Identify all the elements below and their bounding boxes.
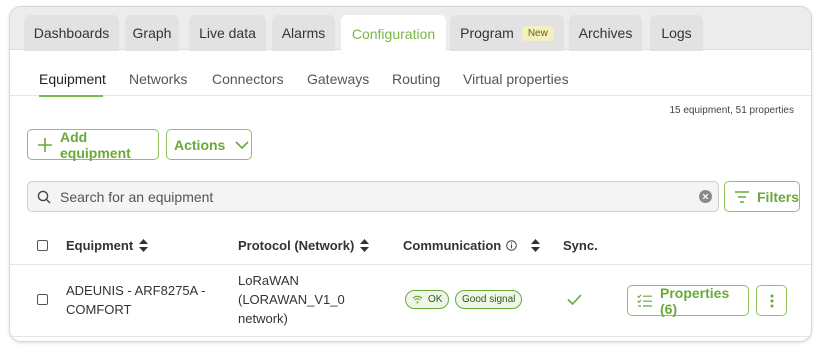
- subtab-routing[interactable]: Routing: [392, 71, 440, 87]
- column-protocol[interactable]: Protocol (Network): [238, 238, 370, 253]
- equipment-name: ADEUNIS - ARF8275A - COMFORT: [66, 281, 205, 319]
- protocol-line: LoRaWAN: [238, 273, 299, 288]
- tab-label: Live data: [199, 25, 256, 41]
- add-equipment-button[interactable]: Add equipment: [27, 128, 159, 161]
- chevron-down-icon: [235, 140, 249, 149]
- tab-live-data[interactable]: Live data: [189, 15, 266, 51]
- sync-check-icon: [567, 294, 582, 305]
- subtab-virtual-properties[interactable]: Virtual properties: [463, 71, 569, 87]
- equipment-name-line: ADEUNIS - ARF8275A -: [66, 283, 206, 298]
- search-input[interactable]: Search for an equipment: [27, 181, 719, 212]
- tab-program[interactable]: Program New: [450, 15, 564, 51]
- sort-icon: [531, 239, 541, 252]
- sub-tabbar: Equipment Networks Connectors Gateways R…: [10, 50, 811, 97]
- column-equipment[interactable]: Equipment: [66, 238, 149, 253]
- search-placeholder: Search for an equipment: [60, 189, 214, 205]
- column-label: Sync.: [563, 238, 598, 253]
- sort-icon: [360, 239, 370, 252]
- properties-button[interactable]: Properties (6): [627, 284, 749, 317]
- equipment-name-line: COMFORT: [66, 302, 132, 317]
- tab-archives[interactable]: Archives: [569, 15, 642, 51]
- new-badge: New: [521, 25, 554, 41]
- more-vertical-icon: [770, 294, 773, 307]
- subtab-gateways[interactable]: Gateways: [307, 71, 369, 87]
- tab-label: Alarms: [281, 25, 326, 41]
- column-communication[interactable]: Communication: [403, 238, 541, 253]
- actions-dropdown[interactable]: Actions: [166, 129, 252, 160]
- tab-label: Dashboards: [33, 25, 110, 41]
- tab-logs[interactable]: Logs: [650, 15, 703, 51]
- sort-icon: [139, 239, 149, 252]
- divider: [10, 336, 811, 337]
- subtab-networks[interactable]: Networks: [129, 71, 187, 87]
- column-label: Equipment: [66, 238, 134, 253]
- tab-label: Graph: [132, 25, 172, 41]
- wifi-icon: [412, 295, 423, 304]
- tab-label: Configuration: [351, 25, 436, 42]
- protocol-network: LoRaWAN (LORAWAN_V1_0 network): [238, 271, 345, 328]
- column-label: Communication: [403, 238, 502, 253]
- filter-icon: [735, 190, 749, 203]
- equipment-count: 15 equipment, 51 properties: [669, 105, 794, 116]
- tab-alarms[interactable]: Alarms: [272, 15, 335, 51]
- tab-label: Logs: [661, 25, 692, 41]
- active-subtab-indicator: [39, 95, 103, 97]
- add-equipment-label: Add equipment: [60, 128, 131, 161]
- tab-configuration[interactable]: Configuration: [341, 15, 446, 52]
- search-icon: [37, 190, 51, 204]
- tab-graph[interactable]: Graph: [125, 15, 179, 51]
- signal-badge: Good signal: [455, 290, 523, 309]
- tab-label: Archives: [578, 25, 633, 41]
- protocol-line: network): [238, 311, 288, 326]
- tab-dashboards[interactable]: Dashboards: [24, 15, 119, 51]
- properties-label: Properties (6): [660, 284, 730, 317]
- protocol-line: (LORAWAN_V1_0: [238, 292, 345, 307]
- plus-icon: [38, 137, 52, 152]
- filters-label: Filters: [757, 188, 800, 205]
- column-label: Protocol (Network): [238, 238, 355, 253]
- signal-label: Good signal: [462, 294, 516, 305]
- column-sync: Sync.: [563, 238, 598, 253]
- select-all-checkbox[interactable]: [37, 240, 48, 251]
- subtab-equipment[interactable]: Equipment: [39, 71, 106, 87]
- main-tabbar: Dashboards Graph Live data Alarms Config…: [10, 7, 811, 52]
- filters-button[interactable]: Filters: [724, 181, 800, 212]
- status-label: OK: [428, 294, 443, 305]
- app-window: Dashboards Graph Live data Alarms Config…: [9, 6, 812, 342]
- tab-label: Program: [460, 25, 514, 41]
- table-header: Equipment Protocol (Network) Communicati…: [10, 225, 811, 265]
- checklist-icon: [637, 294, 652, 307]
- subtab-connectors[interactable]: Connectors: [212, 71, 284, 87]
- more-actions-button[interactable]: [756, 285, 787, 316]
- clear-icon[interactable]: [699, 190, 712, 203]
- actions-label: Actions: [174, 136, 226, 153]
- row-checkbox[interactable]: [37, 294, 48, 305]
- status-badge: OK: [405, 290, 450, 309]
- info-icon: [506, 240, 518, 251]
